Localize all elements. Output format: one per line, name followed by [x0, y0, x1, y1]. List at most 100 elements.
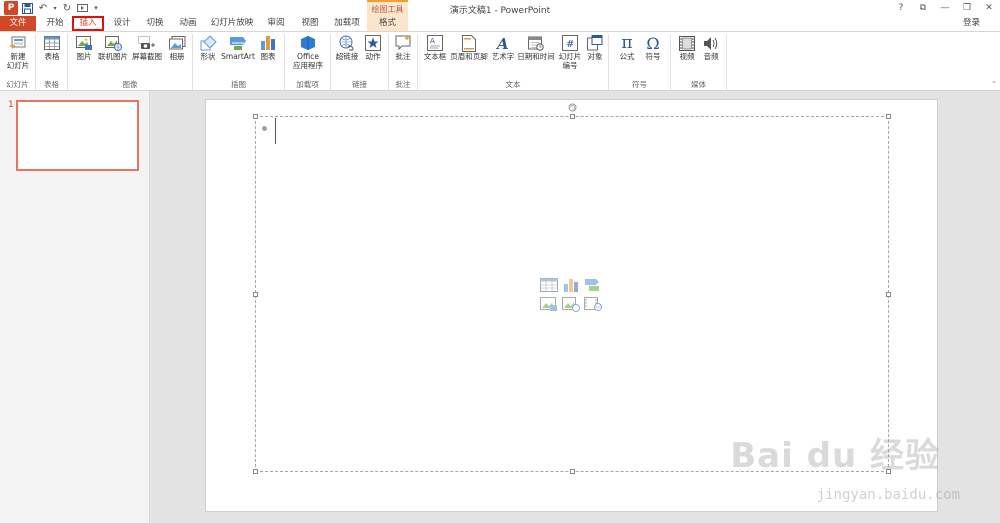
window-controls: ? ⧉ — ❐ ✕ — [892, 1, 998, 15]
group-images: 图片 联机图片 屏幕截图 相册 图像 — [68, 34, 193, 90]
help-button[interactable]: ? — [892, 1, 910, 15]
close-button[interactable]: ✕ — [980, 1, 998, 15]
audio-label: 音频 — [703, 52, 719, 61]
minimize-button[interactable]: — — [936, 1, 954, 15]
online-picture-button[interactable]: 联机图片 — [96, 34, 130, 61]
group-label-links: 链接 — [352, 80, 367, 89]
group-text: A 文本框 页眉和页脚 A 艺术字 日期和时间 # 幻灯片 编号 对象 文本 — [418, 34, 609, 90]
tab-slideshow[interactable]: 幻灯片放映 — [208, 16, 256, 31]
insert-table-icon[interactable] — [540, 277, 558, 293]
group-tables: 表格 表格 — [36, 34, 68, 90]
online-picture-label: 联机图片 — [98, 52, 128, 61]
resize-handle-bottom-left[interactable] — [253, 469, 258, 474]
tab-review[interactable]: 审阅 — [261, 16, 291, 31]
audio-button[interactable]: 音频 — [699, 34, 723, 61]
content-placeholder[interactable] — [253, 103, 891, 474]
resize-handle-top-right[interactable] — [886, 114, 891, 119]
smartart-button[interactable]: SmartArt — [220, 34, 256, 61]
comment-button[interactable]: 批注 — [392, 34, 414, 61]
new-slide-button[interactable]: 新建 幻灯片 — [3, 34, 33, 70]
textbox-label: 文本框 — [423, 52, 447, 61]
calendar-icon — [527, 34, 545, 52]
watermark-url: jingyan.baidu.com — [816, 487, 960, 503]
photo-album-button[interactable]: 相册 — [164, 34, 190, 61]
insert-smartart-icon[interactable] — [584, 277, 602, 293]
collapse-ribbon-icon[interactable]: ⌃ — [991, 80, 997, 88]
object-label: 对象 — [587, 52, 603, 61]
smartart-label: SmartArt — [221, 52, 255, 61]
action-button[interactable]: 动作 — [361, 34, 385, 61]
text-cursor — [275, 118, 276, 144]
resize-handle-top[interactable] — [570, 114, 575, 119]
office-apps-button[interactable]: Office 应用程序 — [288, 34, 328, 70]
symbol-label: 符号 — [645, 52, 661, 61]
group-links: 超链接 动作 链接 — [331, 34, 389, 90]
tab-animations[interactable]: 动画 — [173, 16, 203, 31]
ribbon: 新建 幻灯片 幻灯片 表格 表格 图片 联机图片 屏幕截图 相册 图像 形状 S… — [0, 31, 1000, 91]
tab-transitions[interactable]: 切换 — [140, 16, 170, 31]
action-label: 动作 — [365, 52, 381, 61]
restore-button[interactable]: ❐ — [958, 1, 976, 15]
group-label-slides: 幻灯片 — [6, 80, 29, 89]
picture-label: 图片 — [76, 52, 92, 61]
resize-handle-right[interactable] — [886, 292, 891, 297]
video-button[interactable]: 视频 — [675, 34, 699, 61]
slide-number-button[interactable]: # 幻灯片 编号 — [556, 34, 584, 70]
tab-view[interactable]: 视图 — [295, 16, 325, 31]
table-button[interactable]: 表格 — [40, 34, 64, 61]
group-label-addins: 加载项 — [296, 80, 319, 89]
watermark-logo: Bai du 经验 — [730, 436, 940, 476]
resize-handle-bottom[interactable] — [570, 469, 575, 474]
header-footer-icon — [460, 34, 478, 52]
resize-handle-top-left[interactable] — [253, 114, 258, 119]
insert-chart-icon[interactable] — [562, 277, 580, 293]
comment-icon — [394, 34, 412, 52]
insert-online-picture-icon[interactable] — [562, 296, 580, 312]
tab-addins[interactable]: 加载项 — [329, 16, 365, 31]
chart-button[interactable]: 图表 — [256, 34, 280, 61]
date-time-button[interactable]: 日期和时间 — [516, 34, 556, 61]
thumbnail-slide-number: 1 — [8, 100, 14, 110]
wordart-button[interactable]: A 艺术字 — [490, 34, 516, 61]
wordart-icon: A — [494, 34, 512, 52]
slide-thumbnail[interactable] — [16, 100, 139, 171]
slide-number-icon: # — [561, 34, 579, 52]
textbox-icon: A — [426, 34, 444, 52]
video-label: 视频 — [679, 52, 695, 61]
header-footer-button[interactable]: 页眉和页脚 — [448, 34, 490, 61]
hyperlink-icon — [338, 34, 356, 52]
tab-file[interactable]: 文件 — [0, 16, 36, 31]
tab-design[interactable]: 设计 — [107, 16, 137, 31]
tab-home[interactable]: 开始 — [40, 16, 70, 31]
object-button[interactable]: 对象 — [584, 34, 606, 61]
symbol-button[interactable]: Ω 符号 — [641, 34, 665, 62]
tab-insert[interactable]: 插入 — [72, 16, 104, 31]
insert-content-icons — [540, 277, 606, 315]
chart-label: 图表 — [260, 52, 276, 61]
rotate-handle-icon[interactable] — [568, 103, 577, 112]
tab-format[interactable]: 格式 — [367, 16, 408, 31]
ribbon-display-options-button[interactable]: ⧉ — [914, 1, 932, 15]
hyperlink-button[interactable]: 超链接 — [333, 34, 361, 61]
svg-text:A: A — [430, 37, 435, 45]
resize-handle-left[interactable] — [253, 292, 258, 297]
insert-video-icon[interactable] — [584, 296, 602, 312]
new-slide-label: 新建 幻灯片 — [6, 52, 30, 70]
header-footer-label: 页眉和页脚 — [450, 52, 488, 61]
title-bar: P ↶ ▾ ↻ ▾ 绘图工具 演示文稿1 - PowerPoint ? ⧉ — … — [0, 0, 1000, 16]
slide-number-label-2: 编号 — [562, 61, 578, 70]
picture-button[interactable]: 图片 — [72, 34, 96, 61]
equation-button[interactable]: π 公式 — [615, 33, 639, 61]
group-label-symbols: 符号 — [632, 80, 647, 89]
smartart-icon — [229, 34, 247, 52]
sign-in-link[interactable]: 登录 — [963, 16, 980, 31]
insert-picture-icon[interactable] — [540, 296, 558, 312]
film-icon — [678, 34, 696, 52]
slide-thumbnail-pane: 1 — [0, 91, 150, 523]
screenshot-button[interactable]: 屏幕截图 — [130, 34, 164, 61]
group-label-illustrations: 插图 — [231, 80, 246, 89]
group-label-images: 图像 — [122, 80, 138, 89]
shapes-button[interactable]: 形状 — [197, 34, 219, 61]
textbox-button[interactable]: A 文本框 — [422, 34, 448, 61]
object-icon — [586, 34, 604, 52]
